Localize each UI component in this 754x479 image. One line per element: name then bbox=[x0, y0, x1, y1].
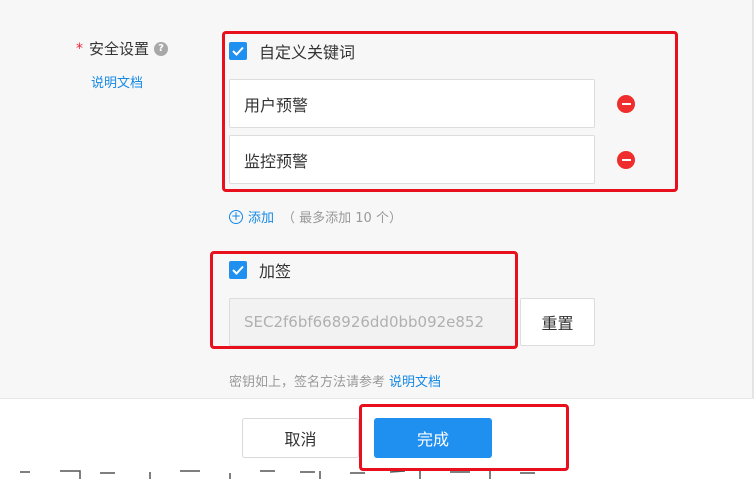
add-keyword-button[interactable]: 添加 bbox=[248, 207, 274, 226]
question-circle-icon[interactable]: ? bbox=[154, 41, 169, 56]
secret-hint: 密钥如上，签名方法请参考 说明文档 bbox=[229, 371, 441, 390]
done-highlight-box bbox=[359, 404, 569, 471]
plus-circle-icon[interactable]: + bbox=[229, 209, 243, 224]
reset-button[interactable]: 重置 bbox=[520, 298, 595, 346]
signing-doc-link[interactable]: 说明文档 bbox=[389, 375, 441, 390]
security-settings-label: * 安全设置 ? bbox=[76, 38, 169, 59]
signing-highlight-box bbox=[210, 251, 518, 349]
security-doc-link[interactable]: 说明文档 bbox=[91, 72, 143, 91]
cancel-button[interactable]: 取消 bbox=[242, 418, 359, 458]
robot-settings-form: * 安全设置 ? 说明文档 自定义关键词 用户预警 监控预警 + 添加 （ 最多… bbox=[0, 0, 754, 398]
security-settings-text: 安全设置 bbox=[89, 40, 150, 58]
cropped-background-content bbox=[20, 470, 535, 479]
add-keyword-hint: （ 最多添加 10 个） bbox=[282, 211, 402, 226]
secret-hint-text: 密钥如上，签名方法请参考 bbox=[229, 375, 386, 390]
keywords-highlight-box bbox=[222, 31, 678, 192]
add-keyword-row[interactable]: + 添加 （ 最多添加 10 个） bbox=[229, 207, 402, 226]
required-mark: * bbox=[76, 40, 83, 57]
